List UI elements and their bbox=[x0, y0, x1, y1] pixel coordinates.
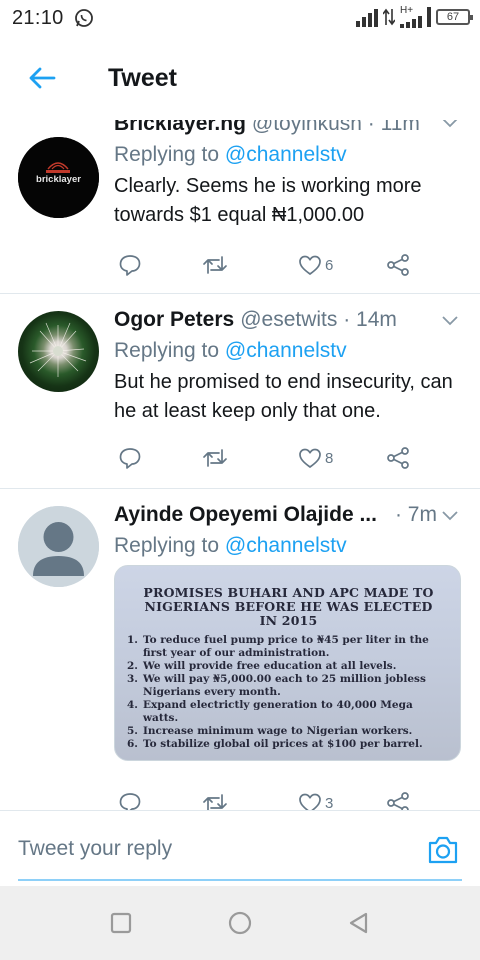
signal-icon-3 bbox=[427, 7, 431, 27]
promise-item: 6. To stabilize global oil prices at $100… bbox=[127, 738, 423, 750]
like-count: 6 bbox=[325, 256, 334, 274]
tweet-actions: 6 bbox=[114, 250, 434, 280]
share-icon bbox=[387, 254, 409, 276]
like-count: 8 bbox=[325, 449, 334, 467]
share-button[interactable] bbox=[386, 791, 410, 810]
promise-item: 2. We will provide free education at all … bbox=[127, 660, 397, 672]
battery-level: 67 bbox=[446, 11, 460, 23]
retweet-icon bbox=[203, 256, 227, 274]
author-handle: @toyinkush · 11m bbox=[251, 120, 420, 135]
camera-button[interactable] bbox=[426, 833, 460, 867]
reply-icon bbox=[119, 255, 141, 276]
promise-item: 1. To reduce fuel pump price to ₦45 per l… bbox=[127, 634, 429, 659]
replying-to: Replying to @channelstv bbox=[114, 140, 464, 170]
like-icon bbox=[299, 448, 321, 468]
retweet-button[interactable] bbox=[202, 253, 228, 277]
replying-handle-link[interactable]: @channelstv bbox=[225, 339, 347, 362]
like-button[interactable]: 6 bbox=[298, 254, 333, 276]
tweet-item[interactable]: Ayinde Opeyemi Olajide ... · 7m Replying… bbox=[0, 489, 480, 810]
like-icon bbox=[299, 255, 321, 275]
page-title: Tweet bbox=[108, 63, 177, 92]
retweet-button[interactable] bbox=[202, 446, 228, 470]
replying-to: Replying to @channelstv bbox=[114, 531, 464, 561]
reply-icon bbox=[119, 793, 141, 810]
avatar-logo-text: bricklayer bbox=[36, 174, 81, 185]
home-icon[interactable] bbox=[227, 910, 253, 936]
whatsapp-icon bbox=[74, 9, 93, 27]
caret-down-icon[interactable] bbox=[440, 120, 460, 132]
tweet-meta: Ogor Peters @esetwits · 14m bbox=[114, 306, 464, 334]
tweet-meta: Ayinde Opeyemi Olajide ... · 7m bbox=[114, 501, 464, 529]
caret-down-icon[interactable] bbox=[440, 310, 460, 330]
back-nav-icon[interactable] bbox=[346, 910, 372, 936]
status-time: 21:10 bbox=[12, 6, 64, 29]
promise-item: 3. We will pay ₦5,000.00 each to 25 milli… bbox=[127, 673, 426, 698]
tweet-item[interactable]: Ogor Peters @esetwits · 14m Replying to … bbox=[0, 294, 480, 489]
author-name[interactable]: Bricklayer.ng bbox=[114, 120, 246, 138]
tweet-actions: 8 bbox=[114, 443, 434, 473]
reply-button[interactable] bbox=[118, 446, 142, 470]
replying-label: Replying to bbox=[114, 143, 225, 166]
reply-icon bbox=[119, 448, 141, 469]
back-arrow-icon bbox=[29, 67, 56, 89]
like-count: 3 bbox=[325, 794, 334, 811]
system-nav-bar bbox=[0, 886, 480, 960]
replying-handle-link[interactable]: @channelstv bbox=[225, 143, 347, 166]
reply-input[interactable]: Tweet your reply bbox=[18, 837, 172, 861]
retweet-icon bbox=[203, 794, 227, 810]
reply-button[interactable] bbox=[118, 253, 142, 277]
reply-button[interactable] bbox=[118, 791, 142, 810]
data-transfer-icon bbox=[383, 8, 395, 26]
reply-input-underline bbox=[18, 879, 462, 881]
promises-list: 1. To reduce fuel pump price to ₦45 per l… bbox=[121, 628, 456, 751]
reply-feed[interactable]: bricklayer Bricklayer.ng @toyinkush · 11… bbox=[0, 120, 480, 810]
like-button[interactable]: 3 bbox=[298, 792, 333, 810]
camera-icon bbox=[428, 836, 458, 864]
signal-icon-2 bbox=[400, 16, 422, 28]
reply-composer: Tweet your reply bbox=[0, 810, 480, 886]
signal-icon bbox=[356, 7, 378, 27]
promise-item: 4. Expand electrictly generation to 40,00… bbox=[127, 699, 413, 724]
recents-icon[interactable] bbox=[108, 910, 134, 936]
avatar[interactable] bbox=[18, 311, 99, 392]
avatar[interactable] bbox=[18, 506, 99, 587]
caret-down-icon[interactable] bbox=[440, 505, 460, 525]
share-icon bbox=[387, 447, 409, 469]
default-avatar-icon bbox=[18, 506, 99, 587]
tweet-text: Clearly. Seems he is working more toward… bbox=[114, 175, 422, 226]
promise-item: 5. Increase minimum wage to Nigerian work… bbox=[127, 725, 413, 737]
replying-label: Replying to bbox=[114, 534, 225, 557]
author-name[interactable]: Ogor Peters bbox=[114, 306, 234, 334]
tweet-image[interactable]: PROMISES BUHARI AND APC MADE TO NIGERIAN… bbox=[114, 565, 461, 761]
author-handle: @esetwits · 14m bbox=[240, 308, 397, 331]
network-type: H+ bbox=[400, 5, 414, 16]
status-icons: H+ 67 bbox=[356, 5, 473, 28]
tweet-actions: 3 bbox=[114, 788, 434, 810]
share-button[interactable] bbox=[386, 253, 410, 277]
back-button[interactable] bbox=[22, 58, 62, 98]
avatar[interactable]: bricklayer bbox=[18, 137, 99, 218]
dandelion-image bbox=[29, 322, 87, 377]
replying-to: Replying to @channelstv bbox=[114, 336, 464, 366]
tweet-meta: Bricklayer.ng @toyinkush · 11m bbox=[114, 120, 464, 138]
retweet-icon bbox=[203, 449, 227, 467]
replying-label: Replying to bbox=[114, 339, 225, 362]
replying-handle-link[interactable]: @channelstv bbox=[225, 534, 347, 557]
app-header: Tweet bbox=[0, 36, 480, 120]
retweet-button[interactable] bbox=[202, 791, 228, 810]
tweet-text: But he promised to end insecurity, can h… bbox=[114, 371, 453, 422]
share-button[interactable] bbox=[386, 446, 410, 470]
bricklayer-logo: bricklayer bbox=[18, 137, 99, 218]
like-button[interactable]: 8 bbox=[298, 447, 333, 469]
author-name[interactable]: Ayinde Opeyemi Olajide ... bbox=[114, 501, 377, 529]
share-icon bbox=[387, 792, 409, 810]
author-handle: · 7m bbox=[394, 503, 437, 526]
like-icon bbox=[299, 793, 321, 810]
battery-icon: 67 bbox=[436, 9, 473, 25]
tweet-item[interactable]: bricklayer Bricklayer.ng @toyinkush · 11… bbox=[0, 120, 480, 294]
document-title: PROMISES BUHARI AND APC MADE TO NIGERIAN… bbox=[143, 585, 434, 628]
status-bar: 21:10 H+ 67 bbox=[0, 0, 480, 36]
promises-document: PROMISES BUHARI AND APC MADE TO NIGERIAN… bbox=[121, 574, 456, 758]
